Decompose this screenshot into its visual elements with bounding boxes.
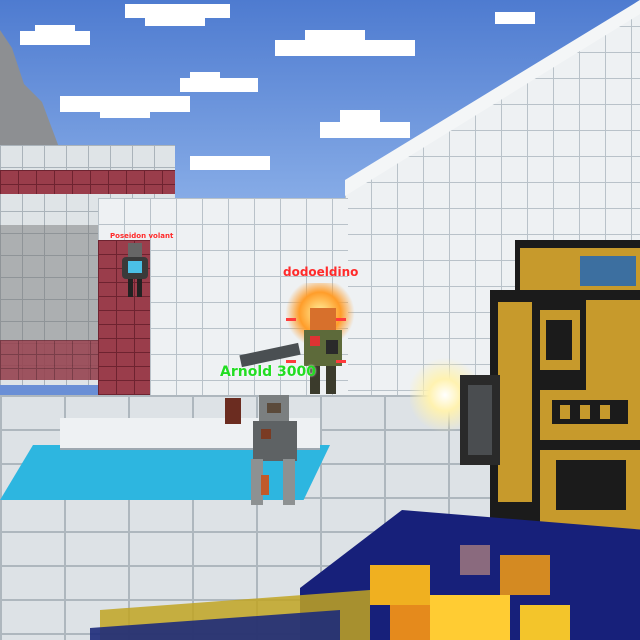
cloud	[20, 25, 90, 47]
enemy-center-nametag: dodoeldino	[283, 265, 359, 279]
floating-debris	[225, 398, 241, 424]
red-stripe	[0, 170, 175, 194]
player-weapon	[460, 240, 640, 560]
game-viewport[interactable]: Poseidon volant dodoeldino Arnold 3000	[0, 0, 640, 640]
cloud	[125, 0, 230, 30]
cloud	[320, 110, 410, 150]
robot-dog-pet[interactable]	[245, 395, 305, 513]
cloud	[275, 30, 415, 70]
cloud	[495, 8, 535, 28]
cloud	[190, 150, 270, 180]
cloud	[180, 72, 258, 100]
player-glove	[350, 525, 590, 640]
red-floor	[0, 340, 100, 380]
ally-weapon	[239, 342, 310, 368]
enemy-far-nametag: Poseidon volant	[110, 232, 174, 240]
enemy-far-player[interactable]	[120, 243, 150, 299]
cloud	[60, 92, 190, 122]
